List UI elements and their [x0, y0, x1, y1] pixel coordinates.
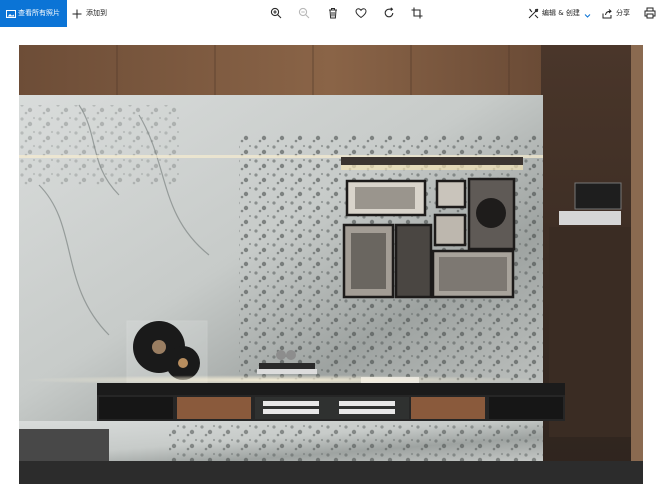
crop-button[interactable]	[409, 5, 425, 21]
plus-icon	[72, 4, 82, 23]
photo-viewer-image[interactable]	[19, 45, 643, 484]
zoom-out-icon	[298, 7, 310, 19]
print-button[interactable]	[642, 5, 658, 21]
printer-icon	[644, 7, 656, 19]
rotate-icon	[384, 7, 394, 18]
edit-create-icon	[528, 4, 539, 23]
delete-button[interactable]	[325, 5, 341, 21]
add-to-button[interactable]: 添加到	[72, 5, 107, 21]
share-button[interactable]: 分享	[602, 5, 630, 21]
chevron-down-icon	[584, 4, 591, 23]
view-all-photos-label: 查看所有照片	[18, 9, 60, 17]
heart-icon	[355, 8, 367, 19]
zoom-in-icon	[270, 7, 282, 19]
zoom-out-button[interactable]	[296, 5, 312, 21]
share-icon	[602, 4, 613, 23]
add-to-label: 添加到	[86, 8, 107, 17]
photos-icon	[6, 9, 16, 19]
favorite-button[interactable]	[353, 5, 369, 21]
toolbar: 查看所有照片 添加到 编辑 & 创建 分享	[0, 0, 658, 27]
edit-create-label: 编辑 & 创建	[542, 8, 580, 17]
crop-icon	[411, 7, 423, 19]
rotate-button[interactable]	[381, 5, 397, 21]
zoom-in-button[interactable]	[268, 5, 284, 21]
trash-icon	[329, 8, 337, 19]
view-all-photos-button[interactable]: 查看所有照片	[0, 0, 67, 27]
edit-create-button[interactable]: 编辑 & 创建	[528, 5, 591, 21]
share-label: 分享	[616, 8, 630, 17]
